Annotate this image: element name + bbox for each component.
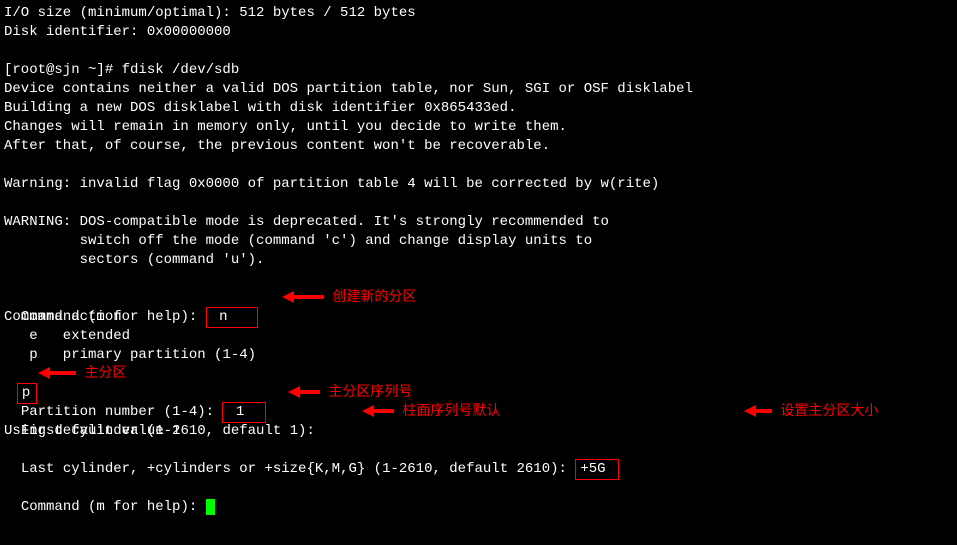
using-default: Using default value 1 (4, 422, 953, 441)
arrow-left-icon (288, 386, 320, 398)
warning-flag: Warning: invalid flag 0x0000 of partitio… (4, 175, 953, 194)
msg-memory: Changes will remain in memory only, unti… (4, 118, 953, 137)
command-prompt-final: Command (m for help): (4, 479, 953, 498)
last-cylinder-line: Last cylinder, +cylinders or +size{K,M,G… (4, 441, 953, 460)
warning-dos-1: WARNING: DOS-compatible mode is deprecat… (4, 213, 953, 232)
blank-line (4, 194, 953, 213)
disk-identifier: Disk identifier: 0x00000000 (4, 23, 953, 42)
blank-line (4, 460, 953, 479)
annot-cylinder-default: 柱面序列号默认 (402, 403, 500, 422)
action-extended: e extended (4, 327, 953, 346)
annot-primary-seq: 主分区序列号 (328, 384, 412, 403)
arrow-left-icon (38, 367, 76, 379)
annot-create-new: 创建新的分区 (332, 289, 416, 308)
blank-line (4, 42, 953, 61)
msg-no-table: Device contains neither a valid DOS part… (4, 80, 953, 99)
annot-set-size: 设置主分区大小 (780, 403, 878, 422)
action-primary: p primary partition (1-4) (4, 346, 953, 365)
command-prompt-2: Command (m for help): (21, 499, 206, 515)
arrow-left-icon (744, 405, 772, 417)
blank-line (4, 270, 953, 289)
msg-building: Building a new DOS disklabel with disk i… (4, 99, 953, 118)
arrow-left-icon (362, 405, 394, 417)
arrow-left-icon (282, 291, 324, 303)
warning-dos-3: sectors (command 'u'). (4, 251, 953, 270)
shell-prompt: [root@sjn ~]# fdisk /dev/sdb (4, 61, 953, 80)
first-cylinder-line: First cylinder (1-2610, default 1): 柱面序列… (4, 403, 953, 422)
warning-dos-2: switch off the mode (command 'c') and ch… (4, 232, 953, 251)
blank-line (4, 156, 953, 175)
command-action: Command action (4, 308, 953, 327)
input-p-line: p 主分区 (4, 365, 953, 384)
io-size: I/O size (minimum/optimal): 512 bytes / … (4, 4, 953, 23)
cursor-icon[interactable] (206, 499, 215, 515)
partition-number-line: Partition number (1-4): 1 主分区序列号 (4, 384, 953, 403)
annot-primary: 主分区 (84, 365, 126, 384)
command-n-line: Command (m for help): n 创建新的分区 (4, 289, 953, 308)
msg-recover: After that, of course, the previous cont… (4, 137, 953, 156)
